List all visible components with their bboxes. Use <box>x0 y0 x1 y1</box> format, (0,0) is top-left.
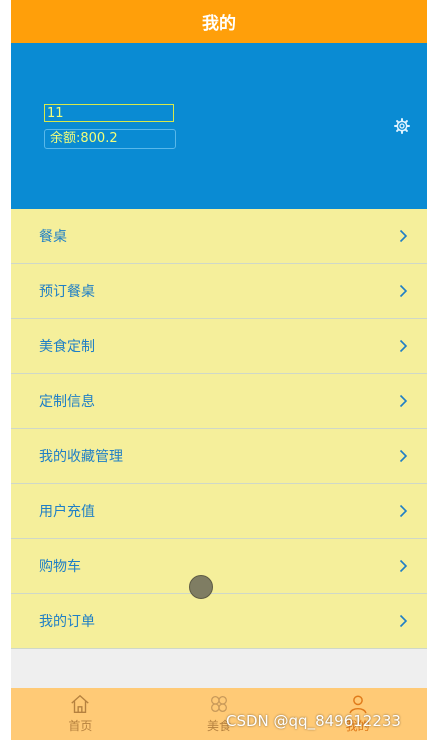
home-icon <box>71 694 90 713</box>
touch-cursor <box>189 575 213 599</box>
chevron-right-icon <box>399 339 408 353</box>
page-title: 我的 <box>202 14 236 34</box>
chevron-right-icon <box>399 284 408 298</box>
menu-item-orders[interactable]: 我的订单 <box>11 594 427 649</box>
menu-item-label: 我的订单 <box>39 614 95 630</box>
menu-item-label: 定制信息 <box>39 394 95 410</box>
tab-home[interactable]: 首页 <box>11 688 150 740</box>
menu-item-label: 用户充值 <box>39 504 95 520</box>
menu-item-favorites[interactable]: 我的收藏管理 <box>11 429 427 484</box>
menu-item-label: 预订餐桌 <box>39 284 95 300</box>
chevron-right-icon <box>399 449 408 463</box>
tab-label: 首页 <box>68 719 93 733</box>
chevron-right-icon <box>399 614 408 628</box>
watermark: CSDN @qq_849612233 <box>226 712 401 730</box>
menu-item-label: 购物车 <box>39 559 81 575</box>
menu-item-cart[interactable]: 购物车 <box>11 539 427 594</box>
balance-display: 余额:800.2 <box>44 129 176 149</box>
menu-item-reserve-table[interactable]: 预订餐桌 <box>11 264 427 319</box>
chevron-right-icon <box>399 504 408 518</box>
chevron-right-icon <box>399 394 408 408</box>
top-bar: 我的 <box>11 0 427 43</box>
menu-item-label: 美食定制 <box>39 339 95 355</box>
menu-item-label: 餐桌 <box>39 229 67 245</box>
balance-label: 余额: <box>50 131 81 146</box>
username-field: 11 <box>44 104 174 122</box>
balance-value: 800.2 <box>80 131 118 146</box>
chevron-right-icon <box>399 229 408 243</box>
menu-item-label: 我的收藏管理 <box>39 449 123 465</box>
menu-item-custom-info[interactable]: 定制信息 <box>11 374 427 429</box>
menu-list: 餐桌 预订餐桌 美食定制 定制信息 我的收藏管理 用户充值 购物车 我的订单 <box>11 209 427 649</box>
menu-item-food-custom[interactable]: 美食定制 <box>11 319 427 374</box>
menu-item-table[interactable]: 餐桌 <box>11 209 427 264</box>
gear-icon[interactable] <box>394 118 410 134</box>
profile-panel: 11 余额:800.2 <box>11 43 427 209</box>
menu-item-recharge[interactable]: 用户充值 <box>11 484 427 539</box>
chevron-right-icon <box>399 559 408 573</box>
app-screen: 我的 11 余额:800.2 餐桌 预订餐桌 美食定制 定制信息 我的收藏管理 … <box>11 0 427 740</box>
